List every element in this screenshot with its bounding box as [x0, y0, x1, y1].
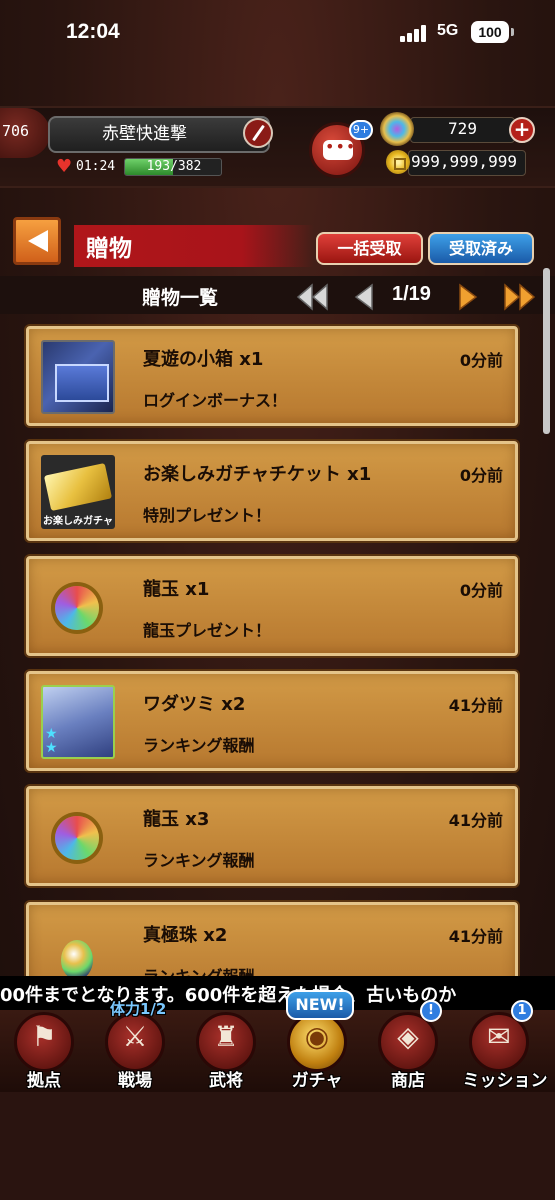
- gift-name: 夏遊の小箱 x1: [143, 349, 264, 370]
- gift-item[interactable]: ★ ★ ワダツミ x2 41分前 ランキング報酬: [26, 671, 518, 771]
- player-level: 706: [0, 108, 50, 158]
- nav-label: 戦場: [118, 1071, 152, 1091]
- gem-count: 729: [448, 119, 477, 138]
- gift-item[interactable]: 真極珠 x2 41分前 ランキング報酬: [26, 902, 518, 978]
- list-title: 贈物一覧: [142, 287, 219, 309]
- network-type: 5G: [437, 22, 459, 39]
- back-button[interactable]: [13, 217, 61, 265]
- ticket-icon: お楽しみガチャ: [41, 455, 115, 529]
- notice-text: 00件までとなります。600件を超えた場合、古いものか: [0, 985, 457, 1006]
- page-title: 贈物: [86, 236, 132, 262]
- dragon-orb-icon: [41, 570, 115, 644]
- character-icon: ★ ★: [41, 685, 115, 759]
- star-icon: ★ ★: [45, 726, 58, 756]
- crossed-swords-icon: ⚔: [122, 1020, 148, 1053]
- battery-icon: 100: [471, 21, 514, 43]
- gift-time: 41分前: [448, 811, 503, 830]
- shop-dragon-icon: ◈: [397, 1020, 419, 1053]
- mission-count-badge: 1: [511, 1000, 533, 1022]
- chat-badge: 9+: [349, 120, 373, 140]
- stamina-row: ♥ 01:24 193/382: [56, 157, 222, 177]
- nav-label: 商店: [391, 1071, 425, 1091]
- status-bar: 12:04 5G 100: [0, 0, 555, 70]
- gift-item[interactable]: お楽しみガチャ お楽しみガチャチケット x1 0分前 特別プレゼント！: [26, 441, 518, 541]
- nav-label: 武将: [209, 1071, 243, 1091]
- gift-item[interactable]: 龍玉 x3 41分前 ランキング報酬: [26, 786, 518, 886]
- bottom-area: [0, 1092, 555, 1200]
- add-gems-button[interactable]: +: [509, 117, 535, 143]
- gift-time: 0分前: [459, 581, 503, 600]
- bulk-receive-button[interactable]: 一括受取: [316, 232, 423, 265]
- page-indicator: 1/19: [392, 283, 431, 305]
- gift-description: 特別プレゼント！: [143, 506, 272, 525]
- nav-mission[interactable]: ✉ ミッション: [455, 1006, 555, 1094]
- signal-icon: [400, 25, 430, 42]
- gift-name: お楽しみガチャチケット x1: [143, 464, 372, 485]
- new-badge: NEW!: [286, 990, 354, 1020]
- gacha-icon: ◉: [304, 1020, 330, 1053]
- received-history-button[interactable]: 受取済み: [428, 232, 534, 265]
- stamina-timer: 01:24: [76, 159, 116, 174]
- nav-label: ガチャ: [291, 1071, 343, 1091]
- nav-label: ミッション: [462, 1071, 548, 1091]
- nav-generals[interactable]: ♜ 武将: [182, 1006, 264, 1094]
- gift-name: 龍玉 x1: [143, 579, 210, 600]
- nav-base[interactable]: ⚑ 拠点: [0, 1006, 82, 1094]
- nav-battlefield[interactable]: ⚔ 戦場: [91, 1006, 173, 1094]
- flag-icon: ⚑: [31, 1020, 57, 1053]
- stamina-bar: 193/382: [124, 158, 222, 176]
- gift-description: ランキング報酬: [143, 851, 255, 870]
- edit-name-button[interactable]: [243, 118, 273, 148]
- dragon-orb-icon: [41, 800, 115, 874]
- gift-description: ランキング報酬: [143, 736, 255, 755]
- next-page-button[interactable]: [456, 283, 480, 311]
- gold-coin-icon: [386, 150, 410, 174]
- shop-alert-badge: !: [420, 1000, 442, 1022]
- gift-description: ログインボーナス！: [143, 391, 288, 410]
- gift-time: 41分前: [448, 696, 503, 715]
- gift-time: 0分前: [459, 466, 503, 485]
- gift-name: 龍玉 x3: [143, 809, 210, 830]
- last-page-button[interactable]: [502, 283, 538, 311]
- first-page-button[interactable]: [296, 283, 330, 311]
- stamina-value: 193/382: [146, 159, 202, 174]
- stamina-half-tag: 体力1/2: [110, 1000, 167, 1018]
- prev-page-button[interactable]: [352, 283, 376, 311]
- nav-label: 拠点: [27, 1071, 61, 1091]
- chest-icon: [41, 340, 115, 414]
- gift-list: 夏遊の小箱 x1 0分前 ログインボーナス！ お楽しみガチャ お楽しみガチャチケ…: [0, 314, 555, 978]
- gift-name: ワダツミ x2: [143, 694, 246, 715]
- player-name[interactable]: 赤壁快進撃: [48, 116, 270, 153]
- pearl-icon: [41, 916, 115, 978]
- helmet-icon: ♜: [213, 1020, 239, 1053]
- gift-name: 真極珠 x2: [143, 925, 228, 946]
- ticket-icon-label: お楽しみガチャ: [43, 516, 113, 527]
- gift-time: 0分前: [459, 351, 503, 370]
- status-time: 12:04: [66, 20, 120, 43]
- heart-icon: ♥: [56, 156, 73, 177]
- gift-item[interactable]: 夏遊の小箱 x1 0分前 ログインボーナス！: [26, 326, 518, 426]
- dragon-orb-currency-icon: [380, 112, 414, 146]
- gold-count: 999,999,999: [411, 152, 517, 171]
- list-scrollbar[interactable]: [543, 268, 550, 434]
- gift-description: 龍玉プレゼント！: [143, 621, 272, 640]
- gift-item[interactable]: 龍玉 x1 0分前 龍玉プレゼント！: [26, 556, 518, 656]
- notice-marquee: 00件までとなります。600件を超えた場合、古いものか: [0, 976, 555, 1010]
- scroll-icon: ✉: [487, 1020, 511, 1053]
- gift-time: 41分前: [448, 927, 503, 946]
